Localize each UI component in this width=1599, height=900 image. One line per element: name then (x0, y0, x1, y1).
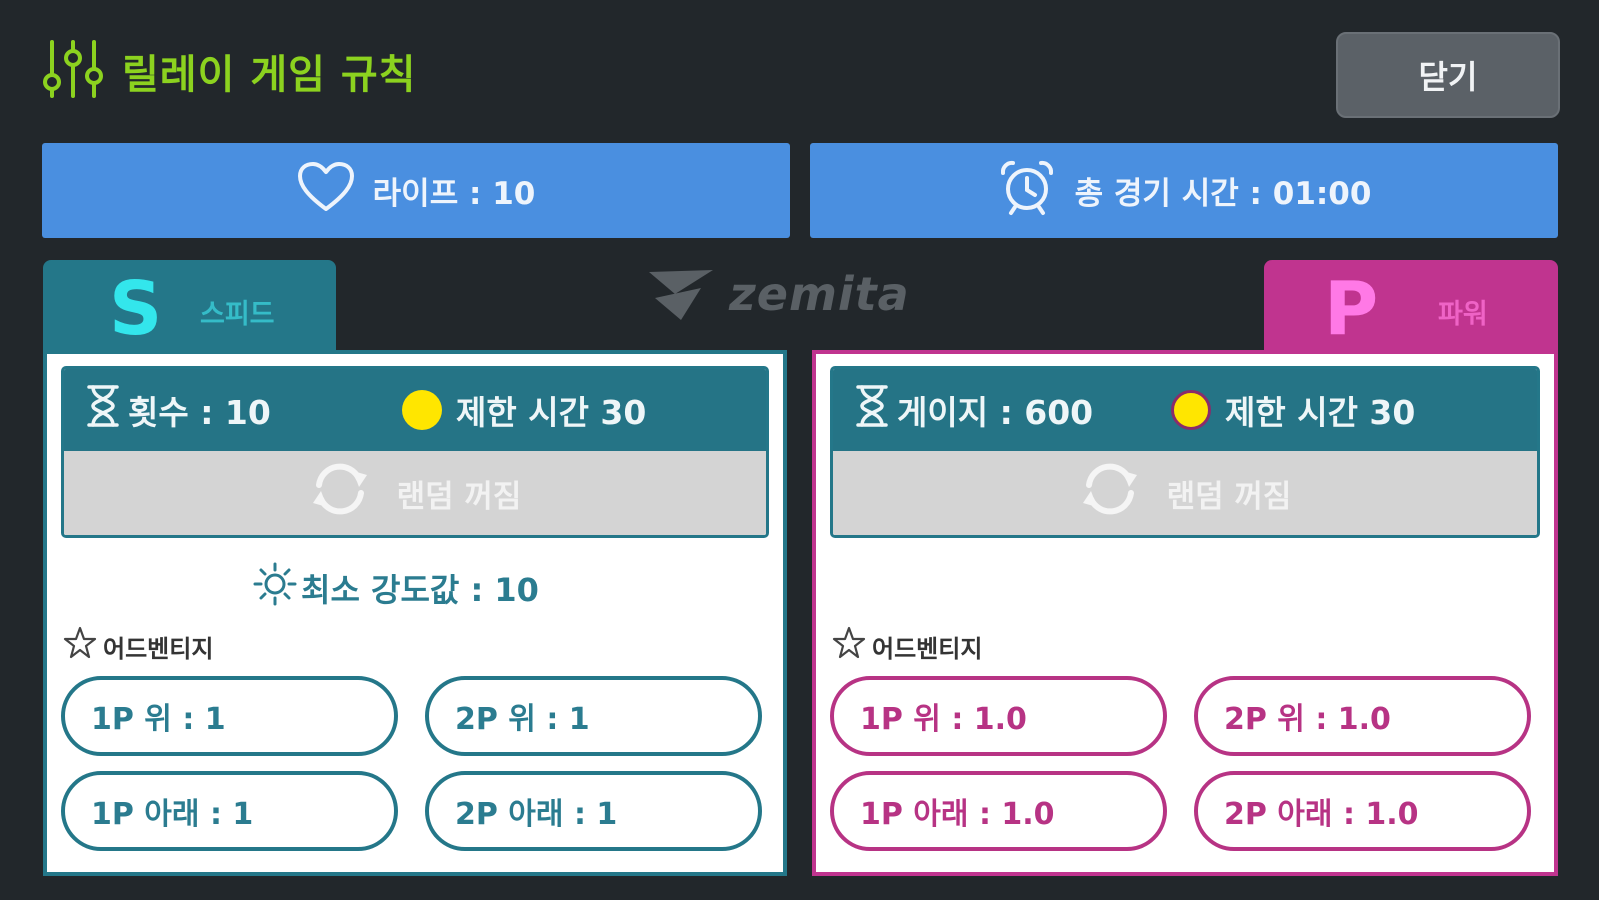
alarm-clock-icon (997, 157, 1057, 225)
advantage-1p-up[interactable]: 1P 위 : 1.0 (830, 676, 1167, 756)
speed-stat-box: 횟수 : 10 제한 시간 30 랜덤 꺼짐 (61, 366, 769, 538)
speed-name: 스피드 (200, 299, 275, 330)
power-panel: 게이지 : 600 제한 시간 30 랜덤 꺼짐 어드벤티지 1P 위: 1.… (812, 350, 1558, 876)
page-title: 릴레이 게임 규칙 (122, 52, 417, 98)
tab-power[interactable]: P 파워 (1264, 260, 1558, 350)
timer-dot-icon (402, 390, 442, 430)
time-limit-label: 제한 시간 30 (456, 393, 647, 432)
advantage-heading: 어드벤티지 (832, 626, 982, 666)
star-icon (832, 626, 866, 666)
advantage-1p-down[interactable]: 1P 아래 : 1.0 (830, 771, 1167, 851)
random-toggle[interactable]: 랜덤 꺼짐 (833, 451, 1537, 535)
advantage-2p-down[interactable]: 2P 아래 : 1.0 (1194, 771, 1531, 851)
advantage-2p-up[interactable]: 2P 위 : 1 (425, 676, 762, 756)
time-limit-label: 제한 시간 30 (1225, 393, 1416, 432)
timer-dot-icon (1171, 390, 1211, 430)
total-time-label: 총 경기 시간 : 01:00 (1074, 176, 1372, 212)
random-label: 랜덤 꺼짐 (396, 478, 522, 515)
advantage-label: 어드벤티지 (872, 634, 983, 663)
life-info-bar: 라이프 : 10 (42, 143, 790, 238)
hourglass-icon (86, 384, 120, 436)
advantage-2p-up[interactable]: 2P 위 : 1.0 (1194, 676, 1531, 756)
random-label: 랜덤 꺼짐 (1166, 478, 1292, 515)
count-label: 횟수 : 10 (128, 393, 271, 432)
sliders-icon (40, 36, 106, 106)
advantage-heading: 어드벤티지 (63, 626, 213, 666)
power-letter: P (1324, 266, 1379, 352)
sun-icon (253, 562, 297, 614)
power-name: 파워 (1438, 299, 1488, 330)
power-stat-box: 게이지 : 600 제한 시간 30 랜덤 꺼짐 (830, 366, 1540, 538)
advantage-1p-up[interactable]: 1P 위 : 1 (61, 676, 398, 756)
heart-icon (297, 161, 355, 221)
logo-mark-icon (649, 270, 713, 320)
min-intensity: 최소 강도값 : 10 (253, 562, 539, 614)
min-intensity-label: 최소 강도값 : 10 (301, 571, 539, 609)
random-toggle[interactable]: 랜덤 꺼짐 (64, 451, 766, 535)
tab-speed[interactable]: S 스피드 (43, 260, 336, 350)
power-stat-row: 게이지 : 600 제한 시간 30 (833, 369, 1537, 451)
advantage-label: 어드벤티지 (103, 634, 214, 663)
life-label: 라이프 : 10 (372, 176, 536, 212)
star-icon (63, 626, 97, 666)
hourglass-icon (855, 384, 889, 436)
advantage-2p-down[interactable]: 2P 아래 : 1 (425, 771, 762, 851)
gauge-label: 게이지 : 600 (897, 393, 1094, 432)
advantage-1p-down[interactable]: 1P 아래 : 1 (61, 771, 398, 851)
logo-text: zemita (729, 267, 910, 321)
zemita-logo: zemita (645, 260, 910, 328)
speed-letter: S (109, 266, 163, 352)
refresh-icon (309, 461, 371, 525)
close-button[interactable]: 닫기 (1336, 32, 1560, 118)
speed-panel: 횟수 : 10 제한 시간 30 랜덤 꺼짐 최소 강도값: 10 어드벤티지… (43, 350, 787, 876)
total-time-info-bar: 총 경기 시간 : 01:00 (810, 143, 1558, 238)
refresh-icon (1079, 461, 1141, 525)
page-header: 릴레이 게임 규칙 (40, 38, 416, 104)
speed-stat-row: 횟수 : 10 제한 시간 30 (64, 369, 766, 451)
